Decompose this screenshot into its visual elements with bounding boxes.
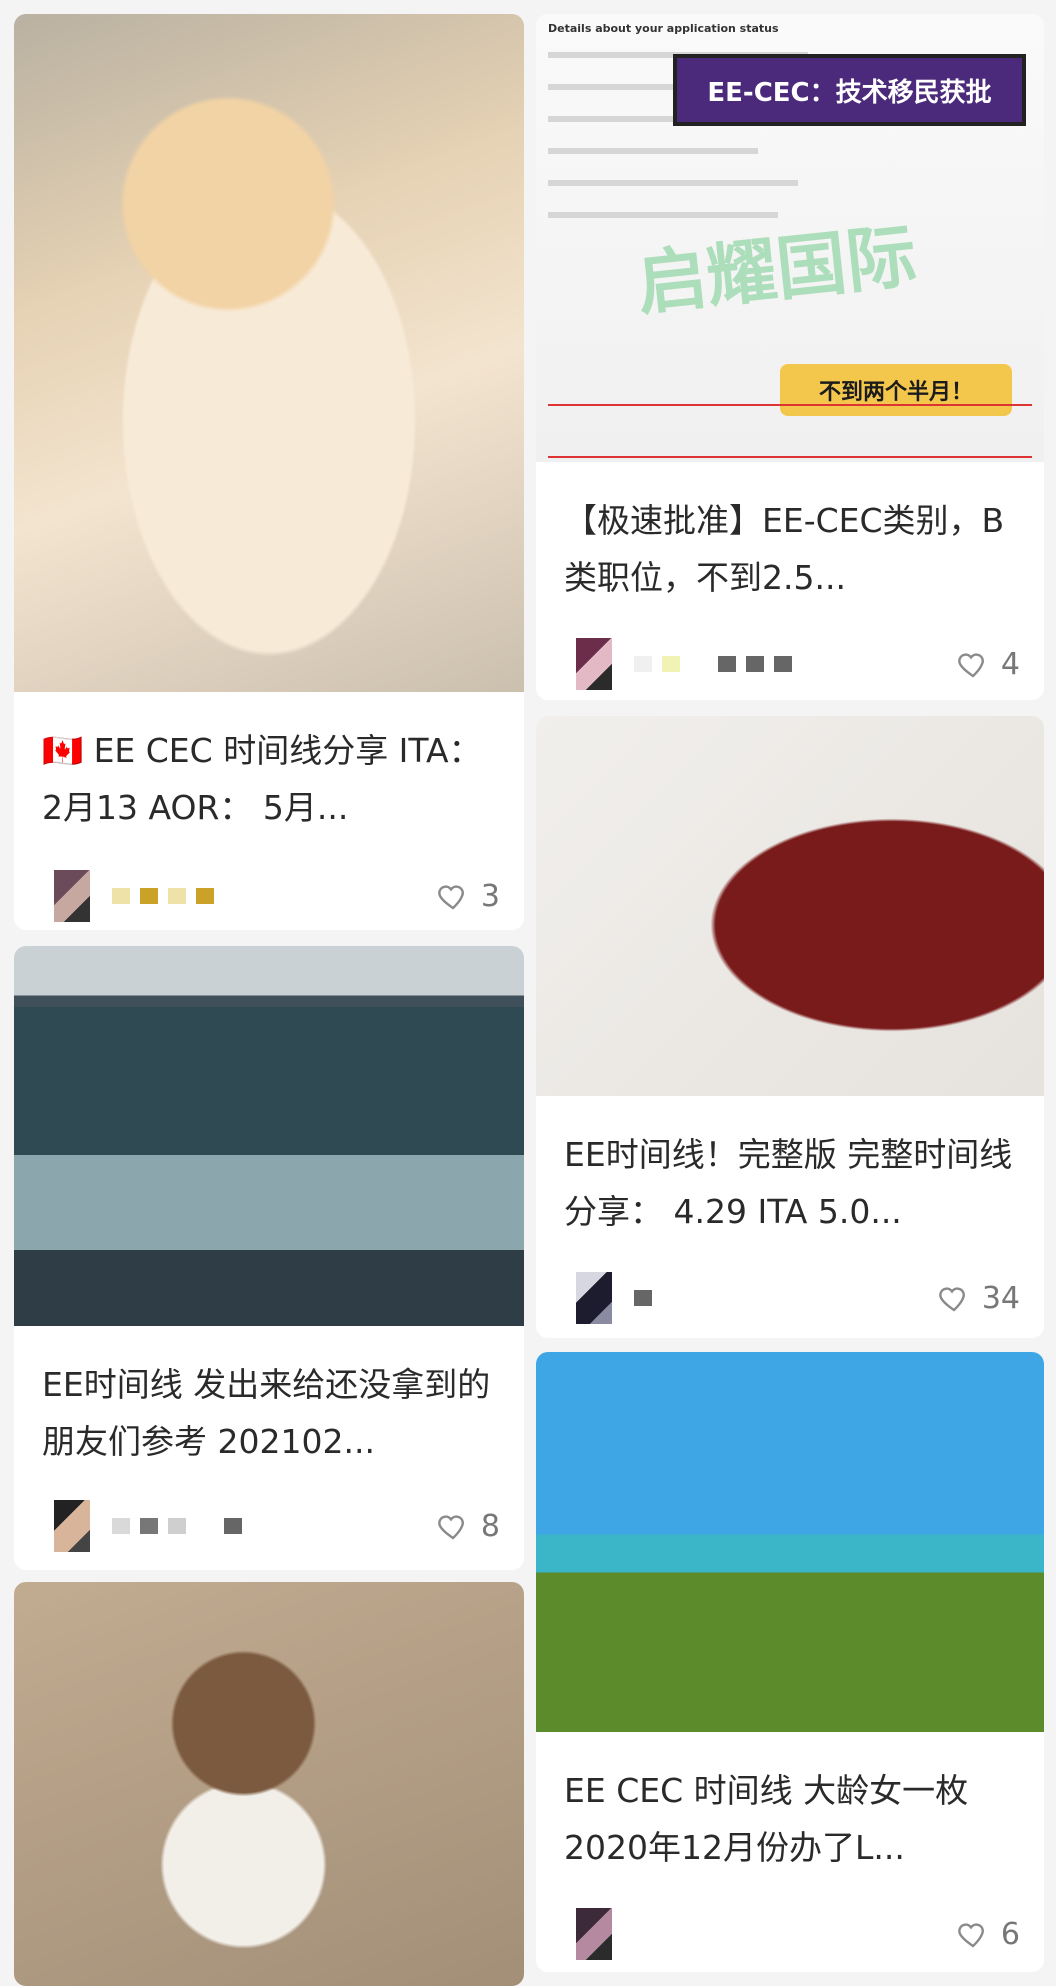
post-card-5[interactable]: EE CEC 时间线 大龄女一枚 2020年12月份办了L... 6 bbox=[536, 1352, 1044, 1972]
post-image[interactable] bbox=[14, 1582, 524, 1986]
post-image[interactable] bbox=[536, 716, 1044, 1096]
avatar[interactable] bbox=[576, 1908, 612, 1960]
post-title: EE时间线！完整版 完整时间线分享： 4.29 ITA 5.0... bbox=[564, 1135, 1013, 1231]
likes-count: 3 bbox=[480, 878, 500, 914]
doc-messages-table bbox=[548, 404, 1032, 458]
post-title: EE时间线 发出来给还没拿到的朋友们参考 202102... bbox=[42, 1365, 491, 1461]
author-name[interactable] bbox=[112, 888, 214, 904]
post-meta: 8 bbox=[42, 1500, 500, 1552]
post-title: 🇨🇦 EE CEC 时间线分享 ITA： 2月13 AOR： 5月... bbox=[42, 731, 482, 827]
doc-heading: Details about your application status bbox=[548, 22, 779, 35]
post-meta: 6 bbox=[564, 1908, 1020, 1960]
like-button[interactable]: 8 bbox=[435, 1506, 500, 1546]
feed-grid: 🇨🇦 EE CEC 时间线分享 ITA： 2月13 AOR： 5月... 3 D… bbox=[0, 0, 1056, 1986]
author-name[interactable] bbox=[634, 1290, 652, 1306]
heart-icon bbox=[958, 653, 984, 678]
author-name[interactable] bbox=[634, 656, 792, 672]
avatar[interactable] bbox=[576, 638, 612, 690]
likes-count: 6 bbox=[1000, 1916, 1020, 1952]
post-image[interactable] bbox=[14, 946, 524, 1326]
likes-count: 34 bbox=[981, 1280, 1020, 1316]
likes-count: 4 bbox=[1000, 646, 1020, 682]
post-image[interactable]: Details about your application status EE… bbox=[536, 14, 1044, 462]
post-card-2[interactable]: Details about your application status EE… bbox=[536, 14, 1044, 700]
heart-icon bbox=[939, 1287, 965, 1312]
like-button[interactable]: 3 bbox=[435, 876, 500, 916]
doc-banner: EE-CEC：技术移民获批 bbox=[673, 54, 1026, 126]
doc-line bbox=[548, 180, 798, 186]
doc-watermark: 启耀国际 bbox=[633, 214, 921, 326]
likes-count: 8 bbox=[480, 1508, 500, 1544]
post-card-4[interactable]: EE时间线 发出来给还没拿到的朋友们参考 202102... 8 bbox=[14, 946, 524, 1570]
post-card-6[interactable] bbox=[14, 1582, 524, 1986]
post-meta: 4 bbox=[564, 638, 1020, 690]
post-meta: 34 bbox=[564, 1272, 1020, 1324]
heart-icon bbox=[438, 885, 464, 910]
post-card-1[interactable]: 🇨🇦 EE CEC 时间线分享 ITA： 2月13 AOR： 5月... 3 bbox=[14, 14, 524, 930]
doc-line bbox=[548, 148, 758, 154]
avatar[interactable] bbox=[54, 870, 90, 922]
like-button[interactable]: 34 bbox=[936, 1278, 1020, 1318]
like-button[interactable]: 4 bbox=[955, 644, 1020, 684]
post-title: EE CEC 时间线 大龄女一枚 2020年12月份办了L... bbox=[564, 1771, 969, 1867]
like-button[interactable]: 6 bbox=[955, 1914, 1020, 1954]
post-meta: 3 bbox=[42, 870, 500, 922]
heart-icon bbox=[438, 1515, 464, 1540]
author-name[interactable] bbox=[112, 1518, 242, 1534]
avatar[interactable] bbox=[576, 1272, 612, 1324]
avatar[interactable] bbox=[54, 1500, 90, 1552]
post-image[interactable] bbox=[536, 1352, 1044, 1732]
post-title: 【极速批准】EE-CEC类别，B类职位，不到2.5... bbox=[564, 501, 1005, 597]
post-image[interactable] bbox=[14, 14, 524, 692]
heart-icon bbox=[958, 1923, 984, 1948]
post-card-3[interactable]: EE时间线！完整版 完整时间线分享： 4.29 ITA 5.0... 34 bbox=[536, 716, 1044, 1338]
